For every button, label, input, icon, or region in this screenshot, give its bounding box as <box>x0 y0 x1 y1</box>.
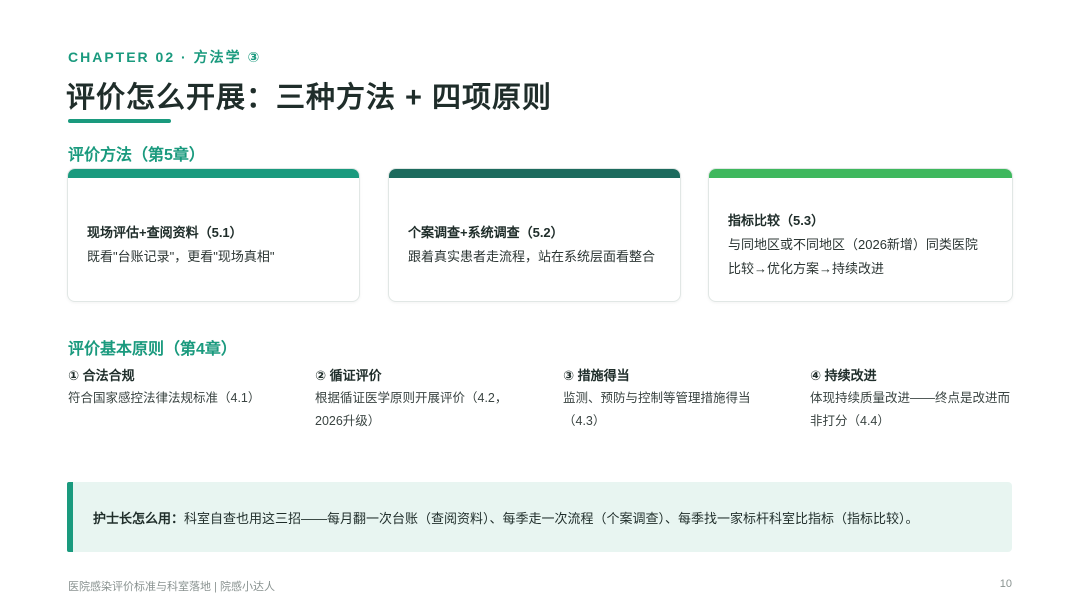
principle-description: 根据循证医学原则开展评价（4.2，2026升级） <box>315 391 508 428</box>
principle-title: ① 合法合规 <box>68 368 135 383</box>
principle-title: ④ 持续改进 <box>810 368 877 383</box>
principle-item: ③ 措施得当 监测、预防与控制等管理措施得当（4.3） <box>563 366 768 433</box>
callout-accent-bar <box>67 482 73 552</box>
callout-label: 护士长怎么用： <box>93 511 185 526</box>
principle-title: ② 循证评价 <box>315 368 382 383</box>
card-description: 既看"台账记录"，更看"现场真相" <box>87 249 275 264</box>
card-title: 指标比较（5.3） <box>728 213 825 228</box>
page-number: 10 <box>999 578 1012 590</box>
page-title: 评价怎么开展：三种方法 + 四项原则 <box>66 82 553 114</box>
nurse-manager-tip-callout: 护士长怎么用：科室自查也用这三招——每月翻一次台账（查阅资料）、每季走一次流程（… <box>67 482 1012 552</box>
card-accent-bar <box>68 169 359 178</box>
method-card-indicator-comparison: 指标比较（5.3） 与同地区或不同地区（2026新增）同类医院 比较→优化方案→… <box>708 168 1013 302</box>
card-description: 跟着真实患者走流程，站在系统层面看整合 <box>408 249 656 264</box>
method-card-case-survey: 个案调查+系统调查（5.2） 跟着真实患者走流程，站在系统层面看整合 <box>388 168 681 302</box>
principle-title: ③ 措施得当 <box>563 368 630 383</box>
card-description-line-1: 与同地区或不同地区（2026新增）同类医院 <box>728 237 978 252</box>
card-title: 现场评估+查阅资料（5.1） <box>87 225 243 240</box>
principle-item: ① 合法合规 符合国家感控法律法规标准（4.1） <box>68 366 278 410</box>
principle-item: ④ 持续改进 体现持续质量改进——终点是改进而非打分（4.4） <box>810 366 1015 433</box>
chapter-label: CHAPTER 02 · 方法学 ③ <box>68 49 262 65</box>
principles-heading: 评价基本原则（第4章） <box>68 341 237 358</box>
methods-heading: 评价方法（第5章） <box>68 147 205 164</box>
card-description-line-2: 比较→优化方案→持续改进 <box>728 261 885 276</box>
footer-source: 医院感染评价标准与科室落地 | 院感小达人 <box>68 581 275 593</box>
principle-description: 符合国家感控法律法规标准（4.1） <box>68 391 261 405</box>
card-title: 个案调查+系统调查（5.2） <box>408 225 564 240</box>
principle-description: 体现持续质量改进——终点是改进而非打分（4.4） <box>810 391 1011 428</box>
method-card-site-review: 现场评估+查阅资料（5.1） 既看"台账记录"，更看"现场真相" <box>67 168 360 302</box>
principle-description: 监测、预防与控制等管理措施得当（4.3） <box>563 391 751 428</box>
card-accent-bar <box>709 169 1012 178</box>
principle-item: ② 循证评价 根据循证医学原则开展评价（4.2，2026升级） <box>315 366 520 433</box>
callout-text: 科室自查也用这三招——每月翻一次台账（查阅资料）、每季走一次流程（个案调查）、每… <box>184 511 919 526</box>
title-underline <box>68 119 171 123</box>
card-accent-bar <box>389 169 680 178</box>
